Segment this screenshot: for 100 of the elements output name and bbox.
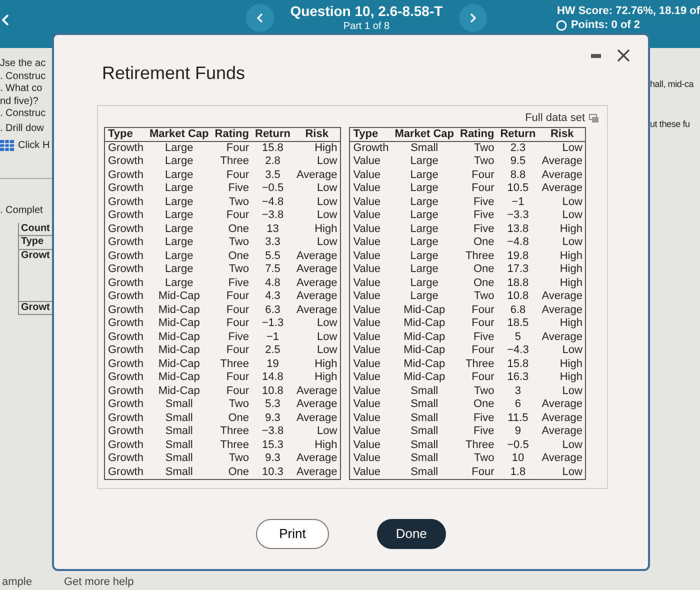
table-cell-text: 3.3 (264, 236, 282, 250)
table-cell-text: 10.8 (261, 384, 284, 398)
table-cell: Low (538, 196, 586, 209)
table-cell: Growth (104, 222, 146, 236)
table-cell: Low (538, 141, 586, 155)
table-cell-text: Four (470, 344, 496, 358)
table-cell: Low (293, 182, 341, 196)
table-cell-text: Mid-Cap (402, 304, 446, 317)
table-cell: Value (350, 236, 392, 250)
table-cell: Four (457, 466, 498, 480)
table-cell: Average (538, 182, 586, 196)
table-cell-text: Three (219, 425, 250, 438)
grid-icon[interactable] (0, 140, 14, 152)
table-cell-text: Four (225, 209, 250, 222)
table-cell-text: Four (470, 371, 496, 384)
previous-button[interactable] (246, 4, 274, 32)
table-cell-text: 16.3 (506, 371, 530, 384)
table-cell-text: Large (409, 236, 440, 250)
table-cell-text: −1 (265, 330, 280, 344)
table-cell-text: Small (164, 452, 194, 466)
table-cell-text: One (227, 222, 250, 236)
table-cell-text: 6 (514, 398, 522, 412)
close-icon[interactable] (617, 49, 630, 62)
table-cell: High (293, 141, 341, 155)
table-cell-text: Large (409, 182, 440, 196)
table-cell: Average (293, 250, 341, 263)
instruction-text: ut these fu (650, 118, 691, 130)
minimize-icon[interactable] (591, 54, 601, 58)
table-cell: Low (293, 317, 341, 330)
table-cell: Low (538, 466, 586, 480)
table-cell: Growth (104, 182, 146, 196)
table-cell: Average (538, 155, 586, 168)
table-cell-text: Large (409, 250, 440, 263)
table-cell: Average (293, 304, 341, 317)
table-cell: Value (350, 182, 392, 196)
table-cell-text: 5.3 (264, 398, 282, 412)
table-cell: Low (293, 236, 341, 250)
table-cell-text: Two (228, 452, 250, 466)
back-icon[interactable] (2, 14, 10, 26)
window-icon[interactable] (589, 114, 599, 123)
print-button[interactable]: Print (256, 519, 329, 548)
table-cell: Growth (104, 263, 146, 276)
table-cell-text: Four (225, 317, 250, 330)
table-cell-text: Large (164, 196, 194, 209)
table-cell: Growth (104, 384, 146, 398)
full-data-link[interactable]: Full data set (525, 110, 585, 126)
table-cell: Low (538, 236, 586, 250)
incomplete-circle-icon (556, 20, 567, 31)
column-header: Type (350, 127, 392, 141)
table-cell: Growth (104, 141, 146, 155)
table-cell-text: −0.5 (506, 438, 530, 452)
table-cell: High (293, 358, 341, 371)
table-cell: Growth (350, 141, 392, 155)
table-cell-text: Two (473, 384, 496, 398)
table-cell-text: Five (472, 222, 496, 236)
column-header: Rating (457, 127, 498, 141)
table-cell: Value (350, 438, 392, 452)
table-cell: Average (293, 168, 341, 182)
example-link[interactable]: ample (2, 574, 32, 590)
table-cell: Value (350, 452, 392, 466)
question-title: Question 10, 2.6-8.58-T (289, 4, 444, 20)
table-cell: Growth (104, 168, 146, 182)
table-cell: Value (350, 222, 392, 236)
table-cell: Low (293, 425, 341, 438)
column-header: Return (497, 127, 539, 141)
table-cell: Growth (104, 209, 146, 222)
data-link[interactable]: Click H (18, 140, 50, 152)
table-cell-text: Large (164, 263, 194, 276)
help-link[interactable]: Get more help (64, 574, 134, 590)
table-cell-text: 17.3 (506, 263, 530, 276)
table-cell-text: Two (228, 196, 250, 209)
done-button[interactable]: Done (376, 519, 446, 548)
table-cell-text: −3.8 (260, 425, 285, 438)
instruction-text: . Construc (0, 70, 47, 84)
table-cell: Value (350, 344, 392, 358)
table-cell: Growth (104, 250, 146, 263)
table-cell-text: Mid-Cap (157, 304, 201, 317)
table-cell: Growth (104, 344, 146, 358)
table-cell: Growth (104, 317, 146, 330)
table-cell-text: Three (219, 358, 250, 371)
table-cell-text: Mid-Cap (402, 358, 446, 371)
table-cell-text: Large (409, 290, 440, 304)
table-cell-text: Small (410, 384, 440, 398)
table-cell: 2.3 (497, 141, 539, 155)
table-cell-text: 6.3 (264, 304, 282, 317)
table-cell-text: Large (409, 222, 440, 236)
chevron-left-icon (256, 13, 264, 23)
table-cell-text: Small (164, 438, 194, 452)
table-cell: Average (538, 304, 586, 317)
table-cell: Value (350, 196, 392, 209)
table-cell: Growth (104, 196, 146, 209)
table-cell-text: Large (409, 155, 440, 168)
next-button[interactable] (459, 4, 487, 32)
table-cell-text: Small (410, 452, 440, 466)
column-header: Market Cap (392, 127, 457, 141)
table-cell-text: One (472, 236, 496, 250)
table-cell-text: Four (470, 317, 496, 330)
table-cell-text: Mid-Cap (402, 317, 446, 330)
table-cell: Growth (104, 358, 146, 371)
table-cell: Small (392, 141, 457, 155)
